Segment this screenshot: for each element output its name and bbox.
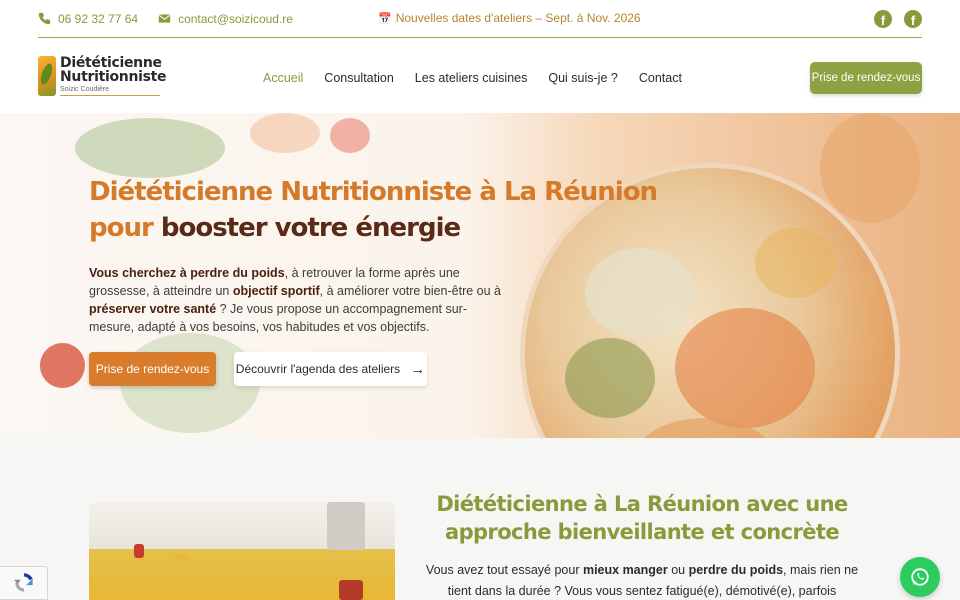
section-title: Diététicienne à La Réunion avec une appr… (436, 492, 848, 544)
leaf-logo-icon (38, 56, 56, 96)
hero-intro-bold-2: objectif sportif (232, 284, 320, 298)
logo-line-2: Nutritionniste (60, 69, 167, 85)
hero-title-line-1: Diététicienne Nutritionniste à La Réunio… (89, 177, 658, 207)
hero-agenda-button[interactable]: Découvrir l'agenda des ateliers → (234, 352, 427, 386)
top-bar-inner: 06 92 32 77 64 contact@soizicoud.re 📅 No… (38, 0, 922, 38)
logo-text: Diététicienne Nutritionniste Soizic Coud… (60, 55, 167, 96)
email-link[interactable]: contact@soizicoud.re (158, 12, 293, 26)
hero-title: Diététicienne Nutritionniste à La Réunio… (89, 174, 658, 246)
envelope-icon (158, 14, 171, 23)
section-text-2: ou (667, 563, 689, 577)
main-nav: Accueil Consultation Les ateliers cuisin… (263, 71, 703, 85)
header-appointment-button[interactable]: Prise de rendez-vous (810, 62, 922, 94)
hero-agenda-label: Découvrir l'agenda des ateliers (235, 362, 401, 376)
hero-appointment-button[interactable]: Prise de rendez-vous (89, 352, 216, 386)
whatsapp-icon (911, 568, 929, 586)
whatsapp-button[interactable] (900, 557, 940, 597)
section-intro: Vous avez tout essayé pour mieux manger … (414, 560, 870, 600)
recaptcha-icon (13, 573, 33, 592)
phone-icon (38, 12, 51, 25)
section-text-1: Vous avez tout essayé pour (425, 563, 583, 577)
social-links: f f (874, 10, 922, 28)
section-bold-2: perdre du poids (688, 563, 784, 577)
site-header: Diététicienne Nutritionniste Soizic Coud… (0, 46, 960, 113)
logo-line-3: Soizic Coudière (60, 86, 160, 96)
site-logo[interactable]: Diététicienne Nutritionniste Soizic Coud… (38, 55, 167, 96)
announcement-link[interactable]: 📅 Nouvelles dates d'ateliers – Sept. à N… (378, 11, 641, 25)
nav-item-ateliers[interactable]: Les ateliers cuisines (415, 71, 528, 85)
email-address: contact@soizicoud.re (178, 11, 293, 26)
logo-line-1: Diététicienne (60, 55, 162, 71)
hero-intro-text-2: , à améliorer votre bien-être ou à (319, 284, 501, 298)
hero-background-vegetables (250, 113, 320, 153)
calendar-icon: 📅 (378, 12, 392, 25)
announcement-text: Nouvelles dates d'ateliers – Sept. à Nov… (395, 11, 641, 25)
hero-section: Diététicienne Nutritionniste à La Réunio… (0, 113, 960, 438)
section-bold-1: mieux manger (582, 563, 668, 577)
phone-number: 06 92 32 77 64 (58, 11, 139, 26)
kitchen-photo (89, 502, 395, 600)
nav-item-qui-suis-je[interactable]: Qui suis-je ? (548, 71, 617, 85)
hero-title-emphasis: booster votre énergie (160, 213, 461, 243)
facebook-icon[interactable]: f (904, 10, 922, 28)
hero-intro-bold-3: préserver votre santé (89, 302, 217, 316)
recaptcha-badge (0, 566, 48, 600)
phone-link[interactable]: 06 92 32 77 64 (38, 12, 138, 26)
nav-item-contact[interactable]: Contact (639, 71, 682, 85)
arrow-right-icon: → (410, 360, 426, 378)
hero-intro: Vous cherchez à perdre du poids, à retro… (89, 264, 509, 336)
facebook-icon[interactable]: f (874, 10, 892, 28)
top-bar: 06 92 32 77 64 contact@soizicoud.re 📅 No… (0, 0, 960, 46)
hero-intro-bold-1: Vous cherchez à perdre du poids (89, 266, 285, 280)
nav-item-accueil[interactable]: Accueil (263, 71, 303, 85)
nav-item-consultation[interactable]: Consultation (324, 71, 394, 85)
hero-title-prefix: pour (89, 213, 161, 243)
